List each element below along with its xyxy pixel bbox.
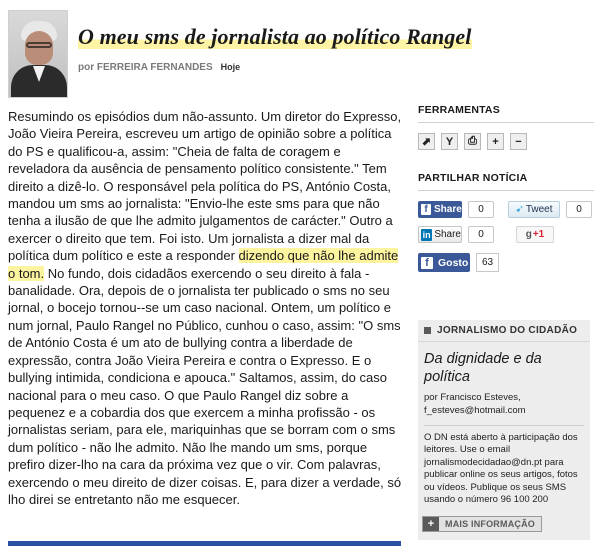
linkedin-icon: in [421,228,433,241]
share-tree-icon[interactable]: Y [441,133,458,150]
article-bottom-bar [8,541,401,546]
square-bullet-icon [424,327,431,334]
share-row-3: f Gosto 63 [418,253,594,272]
font-increase-icon[interactable]: + [487,133,504,150]
google-plus-button[interactable]: g +1 [516,226,554,243]
featured-author: por Francisco Esteves, f_esteves@hotmail… [418,386,590,417]
tweet-count: 0 [566,201,592,218]
citizen-journalism-box: JORNALISMO DO CIDADÃO Da dignidade e da … [418,320,590,540]
facebook-icon: f [421,256,433,269]
sidebar: FERRAMENTAS ⬈ Y ⎙ + − PARTILHAR NOTÍCIA … [418,104,594,272]
tools-row: ⬈ Y ⎙ + − [418,133,594,150]
plus-icon: + [423,517,439,531]
facebook-like-button[interactable]: f Gosto [418,253,470,272]
font-decrease-icon[interactable]: − [510,133,527,150]
facebook-share-button[interactable]: f Share [418,201,462,218]
linkedin-share-button[interactable]: in Share [418,226,462,243]
featured-article-link[interactable]: Da dignidade e da política [418,342,590,386]
more-info-button[interactable]: + MAIS INFORMAÇÃO [422,516,542,532]
article-title: O meu sms de jornalista ao político Rang… [78,24,472,49]
facebook-like-count: 63 [476,253,500,272]
facebook-icon: f [421,204,431,215]
share-row-1: f Share 0 ➹ Tweet 0 [418,201,594,218]
expand-icon[interactable]: ⬈ [418,133,435,150]
share-row-2: in Share 0 g +1 [418,226,594,243]
twitter-bird-icon: ➹ [515,204,524,215]
google-plus-icon: g [525,229,532,240]
byline: por FERREIRA FERNANDES Hoje [78,62,240,73]
tools-title: FERRAMENTAS [418,104,594,123]
article-body: Resumindo os episódios dum não-assunto. … [8,109,402,507]
author-name[interactable]: por FERREIRA FERNANDES [78,62,213,73]
publish-date: Hoje [220,62,241,72]
linkedin-share-count: 0 [468,226,494,243]
citizen-journalism-header: JORNALISMO DO CIDADÃO [418,320,590,342]
citizen-info-text: O DN está aberto à participação dos leit… [424,432,578,506]
author-email[interactable]: f_esteves@hotmail.com [424,405,584,418]
share-title: PARTILHAR NOTÍCIA [418,172,594,191]
author-photo [8,10,68,98]
print-icon[interactable]: ⎙ [464,133,481,150]
tweet-button[interactable]: ➹ Tweet [508,201,560,218]
facebook-share-count: 0 [468,201,494,218]
